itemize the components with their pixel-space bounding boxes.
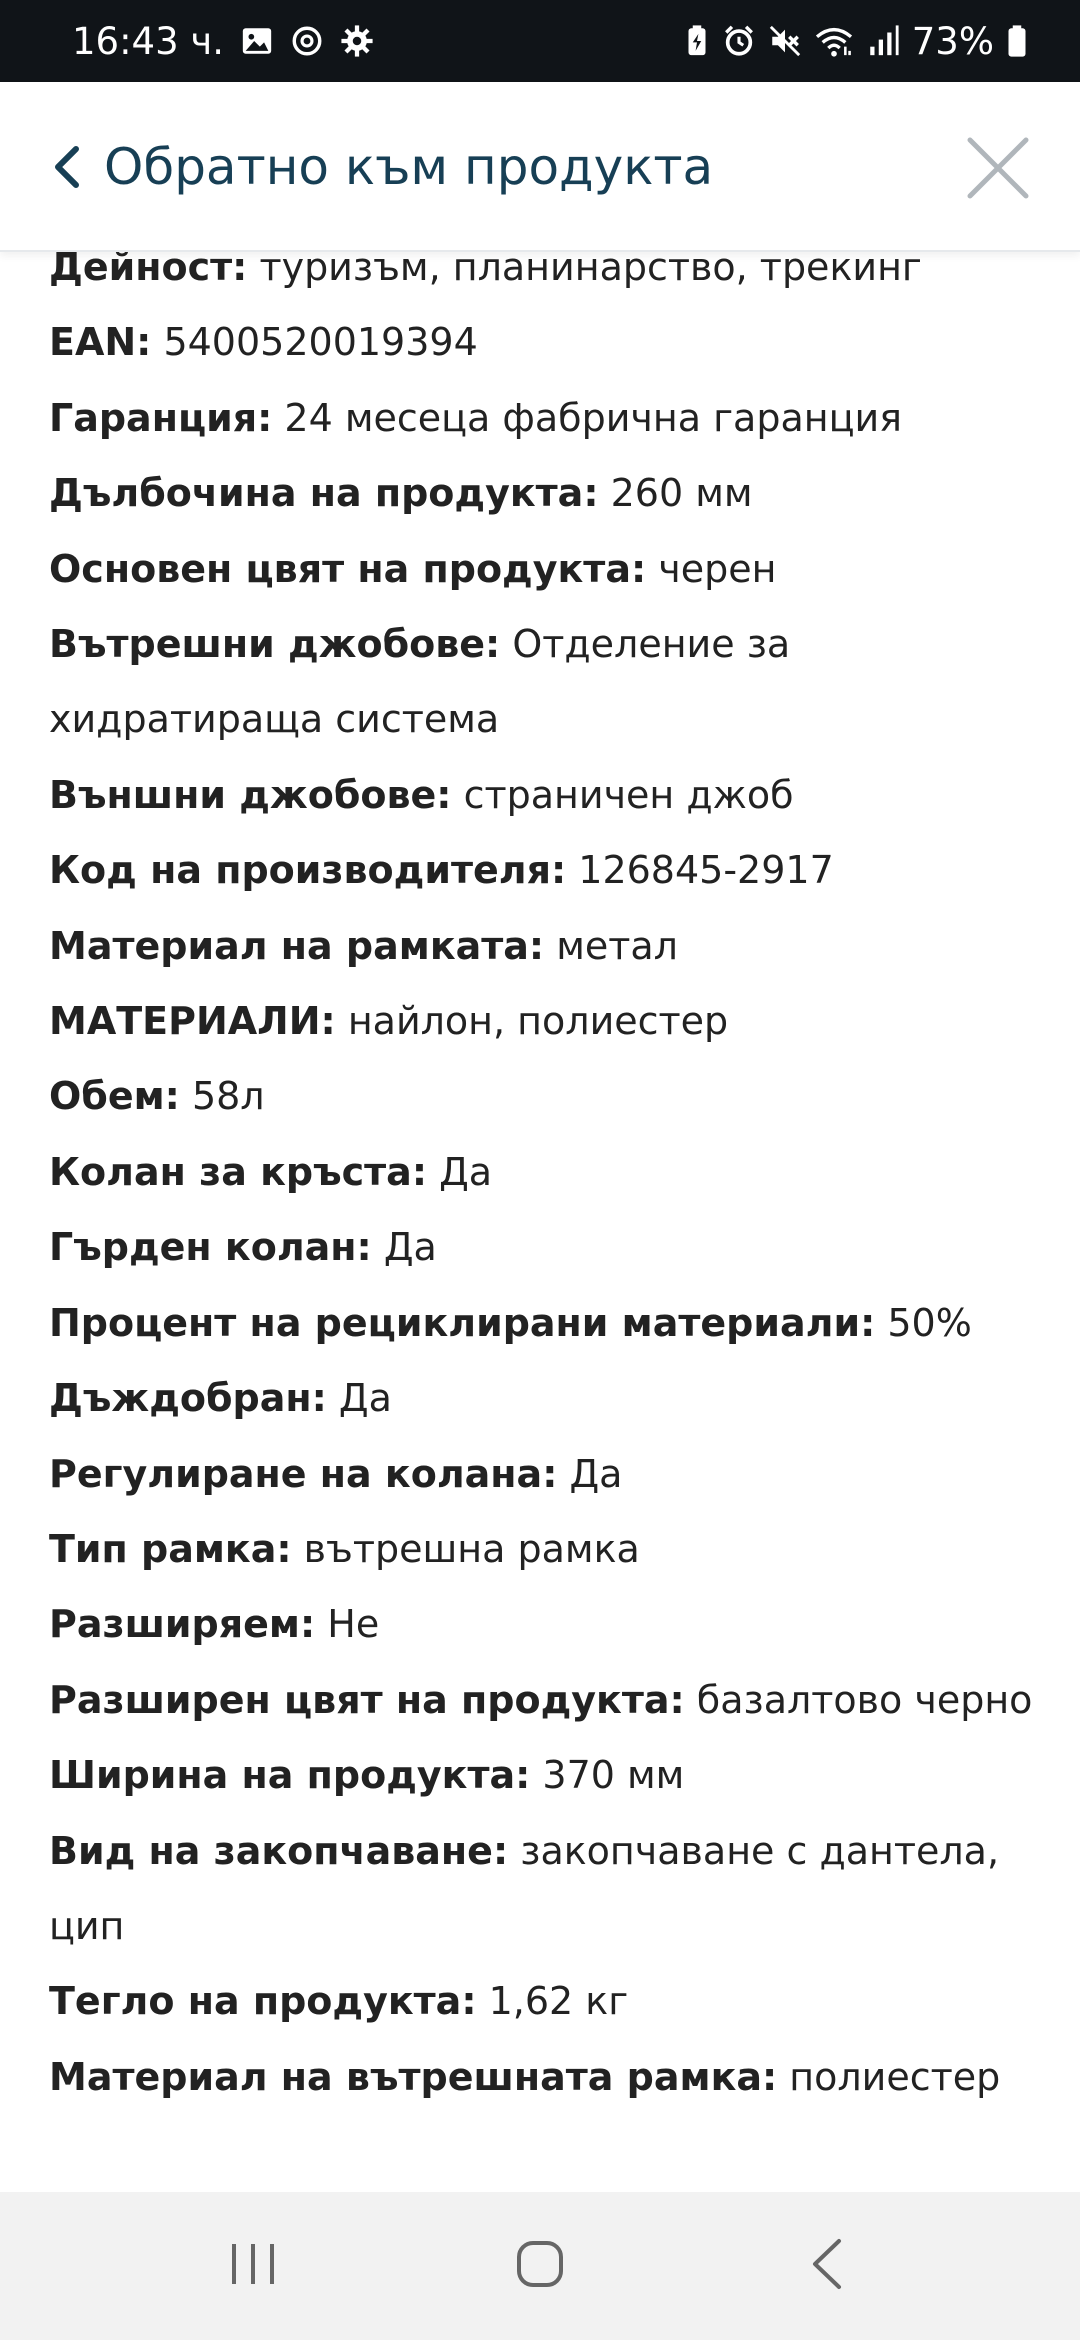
- spec-label: Гаранция:: [49, 395, 273, 440]
- spec-label: Обем:: [49, 1074, 180, 1119]
- spec-item: Обем: 58л: [49, 1059, 1039, 1134]
- spec-label: EAN:: [49, 320, 152, 365]
- spec-label: Материал на рамката:: [49, 923, 545, 968]
- spec-value: Да: [427, 1149, 493, 1194]
- navigation-bar: [0, 2192, 1080, 2340]
- status-time: 16:43 ч.: [72, 19, 225, 63]
- spec-value: 260 мм: [598, 471, 753, 516]
- home-button[interactable]: [480, 2216, 600, 2316]
- back-to-product-link[interactable]: Обратно към продукта: [52, 122, 713, 212]
- spec-label: Код на производителя:: [49, 848, 567, 893]
- spec-value: 58л: [179, 1074, 265, 1119]
- spec-value: базалтово черно: [684, 1677, 1033, 1722]
- spec-item: Дъждобран: Да: [49, 1361, 1039, 1436]
- spec-item: Материал на рамката: метал: [49, 909, 1039, 984]
- spec-label: Ширина на продукта:: [49, 1753, 531, 1798]
- spec-label: Вътрешни джобове:: [49, 622, 501, 667]
- spec-item: Ширина на продукта: 370 мм: [49, 1738, 1039, 1813]
- battery-saver-icon: [684, 24, 710, 58]
- spec-item: Разширен цвят на продукта: базалтово чер…: [49, 1663, 1039, 1738]
- spec-item: Вътрешни джобове: Отделение за хидратира…: [49, 607, 1039, 758]
- spec-value: полиестер: [777, 2054, 1001, 2099]
- spec-item: Тегло на продукта: 1,62 кг: [49, 1964, 1039, 2039]
- spec-label: Разширен цвят на продукта:: [49, 1677, 685, 1722]
- chevron-left-icon: [52, 144, 82, 190]
- spec-item: Колан за кръста: Да: [49, 1135, 1039, 1210]
- spec-label: Дъждобран:: [49, 1376, 327, 1421]
- close-button[interactable]: [962, 132, 1034, 204]
- spec-label: Вид на закопчаване:: [49, 1828, 509, 1873]
- spec-item: Основен цвят на продукта: черен: [49, 532, 1039, 607]
- spec-item: Външни джобове: страничен джоб: [49, 758, 1039, 833]
- battery-icon: [1006, 24, 1028, 58]
- status-right: 73%: [684, 20, 1028, 63]
- spec-item: Разширяем: Не: [49, 1587, 1039, 1662]
- spec-value: 370 мм: [530, 1753, 685, 1798]
- spec-value: туризъм, планинарство, трекинг: [247, 252, 922, 289]
- threads-icon: [290, 24, 324, 58]
- status-left: 16:43 ч.: [72, 20, 374, 63]
- spec-label: Процент на рециклирани материали:: [49, 1300, 876, 1345]
- spec-item: Регулиране на колана: Да: [49, 1437, 1039, 1512]
- spec-value: 1,62 кг: [476, 1979, 629, 2024]
- spec-label: Разширяем:: [49, 1602, 316, 1647]
- back-label: Обратно към продукта: [104, 138, 714, 196]
- signal-icon: [866, 24, 900, 58]
- spec-item: Гърден колан: Да: [49, 1210, 1039, 1285]
- spec-item: Процент на рециклирани материали: 50%: [49, 1286, 1039, 1361]
- close-icon: [962, 137, 1034, 208]
- spec-label: Гърден колан:: [49, 1225, 372, 1270]
- spec-label: Колан за кръста:: [49, 1149, 428, 1194]
- specifications-list: Дейност: туризъм, планинарство, трекинг E…: [49, 252, 1039, 2115]
- alarm-icon: [722, 24, 756, 58]
- recent-apps-button[interactable]: [193, 2216, 313, 2316]
- spec-item: Дълбочина на продукта: 260 мм: [49, 456, 1039, 531]
- spec-label: Дълбочина на продукта:: [49, 471, 599, 516]
- spec-label: МАТЕРИАЛИ:: [49, 999, 336, 1044]
- spec-label: Външни джобове:: [49, 772, 452, 817]
- spec-value: 5400520019394: [151, 320, 478, 365]
- back-button[interactable]: [767, 2216, 887, 2316]
- spec-label: Тегло на продукта:: [49, 1979, 477, 2024]
- spec-item: EAN: 5400520019394: [49, 305, 1039, 380]
- spec-label: Основен цвят на продукта:: [49, 546, 647, 591]
- status-bar: 16:43 ч. 73%: [0, 0, 1080, 82]
- spec-item: Гаранция: 24 месеца фабрична гаранция: [49, 381, 1039, 456]
- spec-value: Не: [315, 1602, 380, 1647]
- back-icon: [809, 2237, 845, 2295]
- spec-value: Да: [557, 1451, 623, 1496]
- spec-item: МАТЕРИАЛИ: найлон, полиестер: [49, 984, 1039, 1059]
- spec-label: Дейност:: [49, 252, 248, 289]
- spec-value: 50%: [875, 1300, 972, 1345]
- spec-value: Да: [326, 1376, 392, 1421]
- spec-label: Материал на вътрешната рамка:: [49, 2054, 778, 2099]
- wifi-icon: [814, 24, 854, 58]
- spec-label: Тип рамка:: [49, 1526, 292, 1571]
- spec-item: Вид на закопчаване: закопчаване с дантел…: [49, 1814, 1039, 1965]
- spec-value: 24 месеца фабрична гаранция: [272, 395, 903, 440]
- spec-value: черен: [646, 546, 777, 591]
- mute-icon: [768, 24, 802, 58]
- recent-apps-icon: [228, 2240, 278, 2292]
- spec-value: Да: [371, 1225, 437, 1270]
- spec-label: Регулиране на колана:: [49, 1451, 558, 1496]
- modal-header: Обратно към продукта: [0, 82, 1080, 252]
- spec-item: Материал на вътрешната рамка: полиестер: [49, 2040, 1039, 2115]
- specifications-panel[interactable]: Дейност: туризъм, планинарство, трекинг E…: [0, 252, 1080, 2192]
- settings-icon: [340, 24, 374, 58]
- spec-value: метал: [544, 923, 678, 968]
- spec-value: найлон, полиестер: [335, 999, 729, 1044]
- spec-item: Дейност: туризъм, планинарство, трекинг: [49, 252, 1039, 305]
- home-icon: [515, 2239, 565, 2293]
- spec-item: Тип рамка: вътрешна рамка: [49, 1512, 1039, 1587]
- spec-value: 126845-2917: [566, 848, 834, 893]
- gallery-icon: [240, 24, 274, 58]
- spec-item: Код на производителя: 126845-2917: [49, 833, 1039, 908]
- battery-percent: 73%: [911, 19, 994, 63]
- spec-value: вътрешна рамка: [291, 1526, 640, 1571]
- spec-value: страничен джоб: [451, 772, 794, 817]
